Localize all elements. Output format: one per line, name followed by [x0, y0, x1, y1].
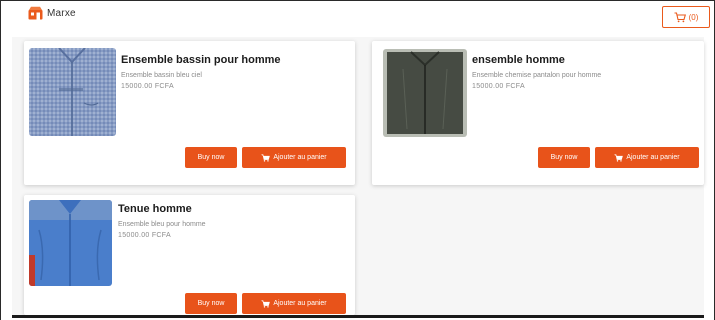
product-price: 15000.00 FCFA [118, 232, 171, 239]
product-card: Ensemble bassin pour homme Ensemble bass… [24, 41, 355, 185]
bottom-divider [12, 315, 704, 318]
product-actions: Buy now Ajouter au panier [538, 147, 699, 168]
product-actions: Buy now Ajouter au panier [185, 147, 346, 168]
add-to-cart-button[interactable]: Ajouter au panier [595, 147, 699, 168]
product-card: Tenue homme Ensemble bleu pour homme 150… [24, 195, 355, 315]
product-title[interactable]: Tenue homme [118, 203, 206, 215]
brand-name: Marxe [47, 7, 76, 19]
product-image[interactable] [29, 200, 112, 286]
add-to-cart-label: Ajouter au panier [273, 300, 327, 307]
cart-count: (0) [688, 12, 699, 22]
product-image[interactable] [383, 49, 467, 137]
product-title[interactable]: ensemble homme [472, 54, 601, 66]
cart-icon [261, 153, 271, 162]
product-actions: Buy now Ajouter au panier [185, 293, 346, 314]
buy-now-button[interactable]: Buy now [185, 293, 237, 314]
product-description: Ensemble bleu pour homme [118, 221, 206, 228]
product-info: Ensemble bassin pour homme Ensemble bass… [121, 54, 281, 90]
brand[interactable]: Marxe [28, 6, 76, 20]
store-logo-icon [28, 6, 43, 20]
product-info: ensemble homme Ensemble chemise pantalon… [472, 54, 601, 90]
product-price: 15000.00 FCFA [121, 83, 174, 90]
product-info: Tenue homme Ensemble bleu pour homme 150… [118, 203, 206, 239]
buy-now-label: Buy now [197, 300, 225, 307]
product-price: 15000.00 FCFA [472, 83, 525, 90]
product-title[interactable]: Ensemble bassin pour homme [121, 54, 281, 66]
buy-now-label: Buy now [197, 154, 225, 161]
product-description: Ensemble chemise pantalon pour homme [472, 72, 602, 79]
add-to-cart-label: Ajouter au panier [626, 154, 680, 161]
product-image[interactable] [29, 48, 116, 136]
buy-now-button[interactable]: Buy now [538, 147, 590, 168]
add-to-cart-button[interactable]: Ajouter au panier [242, 293, 346, 314]
buy-now-label: Buy now [550, 154, 578, 161]
top-navbar: Marxe (0) [12, 1, 710, 37]
product-card: ensemble homme Ensemble chemise pantalon… [372, 41, 704, 185]
cart-icon [674, 11, 686, 22]
cart-icon [261, 299, 271, 308]
add-to-cart-label: Ajouter au panier [273, 154, 327, 161]
cart-button[interactable]: (0) [662, 6, 710, 28]
product-description: Ensemble bassin bleu ciel [121, 72, 202, 79]
add-to-cart-button[interactable]: Ajouter au panier [242, 147, 346, 168]
buy-now-button[interactable]: Buy now [185, 147, 237, 168]
product-grid: Ensemble bassin pour homme Ensemble bass… [12, 37, 704, 315]
cart-icon [614, 153, 624, 162]
